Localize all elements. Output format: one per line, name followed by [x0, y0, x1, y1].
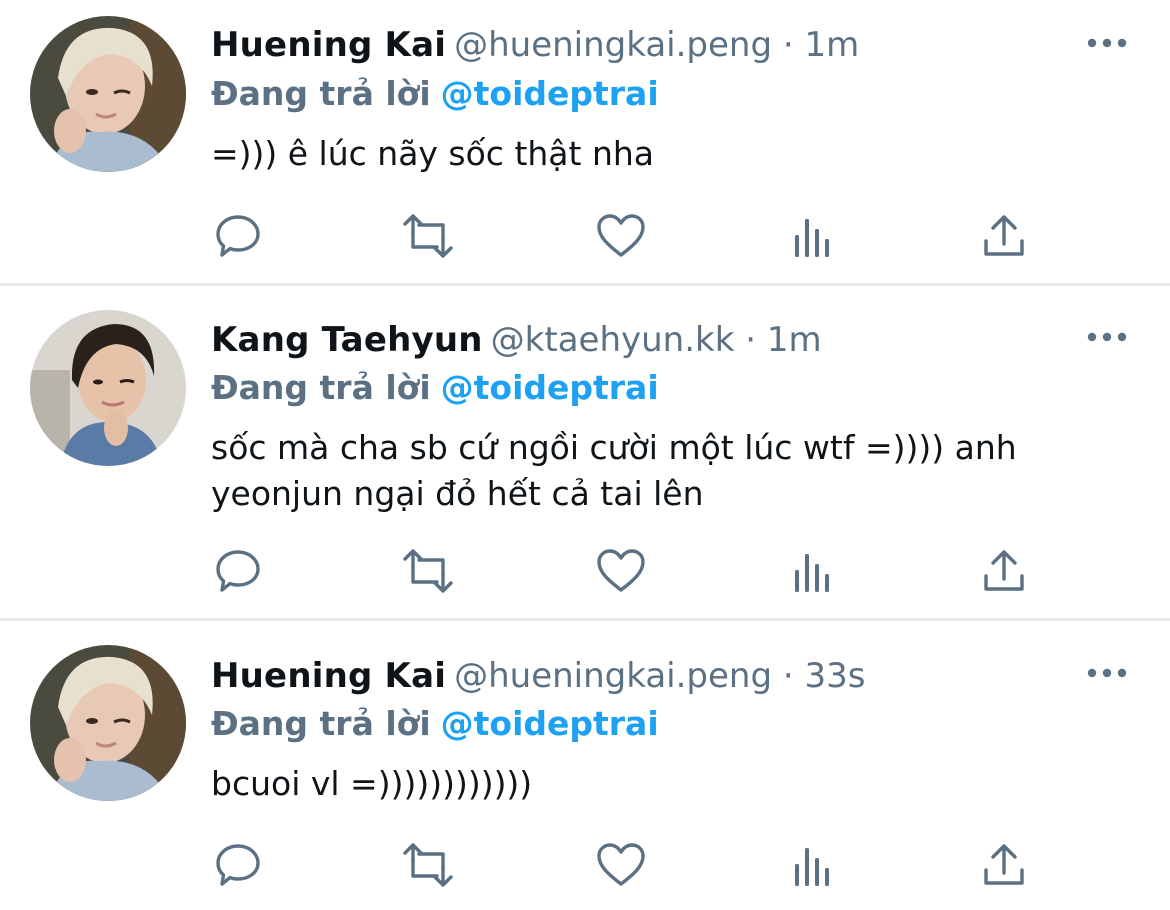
tweet-header: Huening Kai @hueningkai.peng · 33s	[211, 651, 865, 701]
more-icon[interactable]	[1086, 33, 1128, 53]
tweet-text: =))) ê lúc nãy sốc thật nha	[211, 134, 655, 173]
user-handle[interactable]: @hueningkai.peng	[454, 25, 772, 65]
display-name[interactable]: Kang Taehyun	[211, 320, 483, 360]
separator: ·	[782, 656, 794, 696]
avatar[interactable]	[30, 16, 186, 172]
more-icon[interactable]	[1086, 663, 1128, 683]
replying-to: Đang trả lời @toideptrai	[211, 71, 659, 117]
action-bar	[211, 840, 1051, 890]
timestamp[interactable]: 1m	[805, 25, 860, 65]
share-icon	[984, 844, 1024, 885]
mention-link[interactable]: @toideptrai	[441, 74, 659, 113]
avatar[interactable]	[30, 310, 186, 466]
replying-to-label: Đang trả lời	[211, 74, 431, 113]
timestamp[interactable]: 33s	[805, 656, 866, 696]
comment-icon	[216, 215, 260, 257]
retweet-button[interactable]	[403, 546, 453, 596]
reply-button[interactable]	[213, 840, 263, 890]
retweet-button[interactable]	[403, 211, 453, 261]
tweet[interactable]: Huening Kai @hueningkai.peng · 33s Đang t…	[0, 621, 1170, 910]
replying-to-label: Đang trả lời	[211, 704, 431, 743]
timestamp[interactable]: 1m	[767, 320, 822, 360]
tweet[interactable]: Kang Taehyun @ktaehyun.kk · 1m Đang trả l…	[0, 286, 1170, 618]
share-button[interactable]	[979, 546, 1029, 596]
retweet-icon	[403, 549, 453, 593]
mention-link[interactable]: @toideptrai	[441, 368, 659, 407]
like-button[interactable]	[596, 546, 646, 596]
tweet-text: bcuoi vl =))))))))))))	[211, 764, 533, 803]
comment-icon	[216, 550, 260, 592]
analytics-button[interactable]	[789, 546, 839, 596]
heart-icon	[597, 214, 645, 257]
separator: ·	[745, 320, 757, 360]
action-bar	[211, 546, 1051, 596]
analytics-icon	[795, 848, 829, 886]
replying-to: Đang trả lời @toideptrai	[211, 701, 659, 747]
separator: ·	[782, 25, 794, 65]
display-name[interactable]: Huening Kai	[211, 25, 446, 65]
replying-to-label: Đang trả lời	[211, 368, 431, 407]
share-icon	[984, 550, 1024, 591]
share-button[interactable]	[979, 211, 1029, 261]
analytics-icon	[795, 554, 829, 592]
reply-button[interactable]	[213, 546, 263, 596]
comment-icon	[216, 844, 260, 886]
tweet-text: sốc mà cha sb cứ ngồi cười một lúc wtf =…	[211, 428, 1017, 513]
user-handle[interactable]: @hueningkai.peng	[454, 656, 772, 696]
action-bar	[211, 211, 1051, 261]
avatar[interactable]	[30, 645, 186, 801]
replying-to: Đang trả lời @toideptrai	[211, 365, 659, 411]
like-button[interactable]	[596, 840, 646, 890]
like-button[interactable]	[596, 211, 646, 261]
analytics-button[interactable]	[789, 840, 839, 890]
mention-link[interactable]: @toideptrai	[441, 704, 659, 743]
retweet-icon	[403, 843, 453, 887]
tweet[interactable]: Huening Kai @hueningkai.peng · 1m Đang tr…	[0, 0, 1170, 283]
share-icon	[984, 215, 1024, 256]
retweet-icon	[403, 214, 453, 258]
analytics-button[interactable]	[789, 211, 839, 261]
retweet-button[interactable]	[403, 840, 453, 890]
reply-button[interactable]	[213, 211, 263, 261]
tweet-header: Kang Taehyun @ktaehyun.kk · 1m	[211, 315, 822, 365]
heart-icon	[597, 843, 645, 886]
user-handle[interactable]: @ktaehyun.kk	[491, 320, 735, 360]
tweet-header: Huening Kai @hueningkai.peng · 1m	[211, 20, 859, 70]
display-name[interactable]: Huening Kai	[211, 656, 446, 696]
more-icon[interactable]	[1086, 327, 1128, 347]
heart-icon	[597, 549, 645, 592]
analytics-icon	[795, 219, 829, 257]
share-button[interactable]	[979, 840, 1029, 890]
